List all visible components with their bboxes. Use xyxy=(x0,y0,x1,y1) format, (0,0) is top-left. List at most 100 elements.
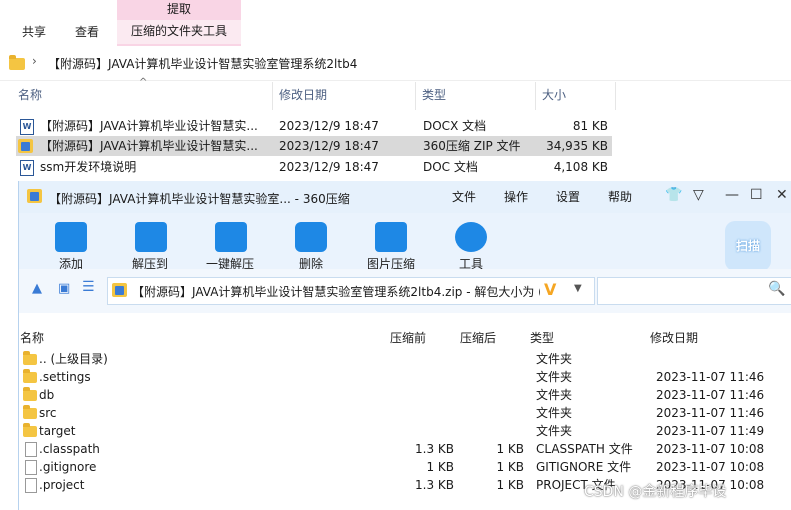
quick-extract-icon[interactable] xyxy=(215,222,247,252)
row-name: .classpath xyxy=(39,442,100,456)
row-type: CLASSPATH 文件 xyxy=(536,442,633,456)
add-icon[interactable] xyxy=(55,222,87,252)
thumbnail-view-icon[interactable]: ▣ xyxy=(58,281,70,296)
col-type[interactable]: 类型 xyxy=(422,86,446,103)
menu-action[interactable]: 操作 xyxy=(504,188,528,205)
file-date: 2023/12/9 18:47 xyxy=(279,139,379,153)
zip-archive-icon xyxy=(112,283,127,297)
list-item[interactable]: .settings 文件夹 2023-11-07 11:46 xyxy=(19,368,791,386)
word-doc-icon: W xyxy=(20,119,34,135)
row-size-after: 1 KB xyxy=(496,478,524,492)
row-type: 文件夹 xyxy=(536,352,573,366)
row-name: .. (上级目录) xyxy=(39,352,108,366)
window-title: 【附源码】JAVA计算机毕业设计智慧实验室... - 360压缩 xyxy=(49,192,350,206)
tools-icon[interactable] xyxy=(455,222,487,252)
col-divider[interactable] xyxy=(535,82,536,110)
maximize-icon[interactable]: ☐ xyxy=(750,187,763,203)
zcol-type[interactable]: 类型 xyxy=(530,329,554,346)
zip-archive-icon xyxy=(27,189,42,203)
folder-icon xyxy=(23,387,37,401)
row-date: 2023-11-07 10:08 xyxy=(656,442,765,456)
file-date: 2023/12/9 18:47 xyxy=(279,160,379,174)
file-date: 2023/12/9 18:47 xyxy=(279,119,379,133)
row-name: .project xyxy=(39,478,85,492)
file-name: 【附源码】JAVA计算机毕业设计智慧实... xyxy=(40,139,258,153)
sort-up-icon: ^ xyxy=(139,77,148,88)
col-size[interactable]: 大小 xyxy=(542,86,566,103)
list-view-icon[interactable]: ☰ xyxy=(82,279,95,295)
row-size-after: 1 KB xyxy=(496,442,524,456)
row-size-before: 1 KB xyxy=(426,460,454,474)
tab-view[interactable]: 查看 xyxy=(75,24,99,40)
delete-icon[interactable] xyxy=(295,222,327,252)
file-icon xyxy=(25,460,37,475)
tab-share[interactable]: 共享 xyxy=(22,24,46,40)
file-type: 360压缩 ZIP 文件 xyxy=(423,139,521,153)
close-icon[interactable]: ✕ xyxy=(776,187,788,203)
file-row[interactable]: W ssm开发环境说明 2023/12/9 18:47 DOC 文档 4,108… xyxy=(16,157,612,177)
row-type: GITIGNORE 文件 xyxy=(536,460,632,474)
row-type: 文件夹 xyxy=(536,424,573,438)
watermark: CSDN @金新程序毕设 xyxy=(584,484,727,500)
row-size-after: 1 KB xyxy=(496,460,524,474)
col-divider[interactable] xyxy=(615,82,616,110)
row-date: 2023-11-07 11:49 xyxy=(656,424,765,438)
menu-settings[interactable]: 设置 xyxy=(556,188,580,205)
file-type: DOCX 文档 xyxy=(423,119,487,133)
zcol-date[interactable]: 修改日期 xyxy=(650,329,698,346)
list-item[interactable]: .classpath 1.3 KB 1 KB CLASSPATH 文件 2023-11-… xyxy=(19,440,791,458)
zcol-before[interactable]: 压缩前 xyxy=(390,329,426,346)
context-tab-extract[interactable]: 提取 xyxy=(117,0,241,20)
address-path: 【附源码】JAVA计算机毕业设计智慧实验室管理系统2ltb4 xyxy=(48,57,358,71)
chevron-right-icon: › xyxy=(32,54,37,68)
row-type: 文件夹 xyxy=(536,406,573,420)
row-name: src xyxy=(39,406,57,420)
menu-help[interactable]: 帮助 xyxy=(608,188,632,205)
col-divider[interactable] xyxy=(272,82,273,110)
row-size-before: 1.3 KB xyxy=(415,442,454,456)
ribbon: 提取 共享 查看 压缩的文件夹工具 xyxy=(0,0,791,46)
scan-button[interactable]: 扫描 xyxy=(725,221,771,271)
row-type: 文件夹 xyxy=(536,388,573,402)
col-date[interactable]: 修改日期 xyxy=(279,86,327,103)
search-icon[interactable]: 🔍 xyxy=(768,281,785,297)
search-input[interactable]: 🔍 xyxy=(597,277,791,305)
menu-file[interactable]: 文件 xyxy=(452,188,476,205)
file-row-selected[interactable]: 【附源码】JAVA计算机毕业设计智慧实... 2023/12/9 18:47 3… xyxy=(16,136,612,156)
list-item[interactable]: src 文件夹 2023-11-07 11:46 xyxy=(19,404,791,422)
list-item[interactable]: db 文件夹 2023-11-07 11:46 xyxy=(19,386,791,404)
address-bar[interactable]: › 【附源码】JAVA计算机毕业设计智慧实验室管理系统2ltb4 xyxy=(0,46,791,81)
folder-icon xyxy=(23,351,37,365)
col-name[interactable]: 名称 xyxy=(18,86,42,103)
file-size: 4,108 KB xyxy=(553,160,608,174)
word-doc-icon: W xyxy=(20,160,34,176)
zcol-after[interactable]: 压缩后 xyxy=(460,329,496,346)
col-divider[interactable] xyxy=(415,82,416,110)
image-compress-icon[interactable] xyxy=(375,222,407,252)
row-date: 2023-11-07 10:08 xyxy=(656,460,765,474)
archive-path: 【附源码】JAVA计算机毕业设计智慧实验室管理系统2ltb4.zip - 解包大… xyxy=(132,285,540,299)
file-row[interactable]: W 【附源码】JAVA计算机毕业设计智慧实... 2023/12/9 18:47… xyxy=(16,116,612,136)
row-date: 2023-11-07 11:46 xyxy=(656,370,765,384)
list-item[interactable]: .gitignore 1 KB 1 KB GITIGNORE 文件 2023-11-07… xyxy=(19,458,791,476)
extract-icon[interactable] xyxy=(135,222,167,252)
list-item[interactable]: .. (上级目录) 文件夹 xyxy=(19,350,791,368)
row-name: db xyxy=(39,388,55,402)
check-badge-icon: V xyxy=(544,280,557,299)
folder-icon xyxy=(9,55,25,70)
chevron-down-icon[interactable]: ▼ xyxy=(574,283,582,294)
row-name: .gitignore xyxy=(39,460,97,474)
file-type: DOC 文档 xyxy=(423,160,478,174)
file-icon xyxy=(25,442,37,457)
folder-icon xyxy=(23,369,37,383)
shirt-icon[interactable]: 👕 xyxy=(665,187,682,203)
tab-compressed-folder-tools[interactable]: 压缩的文件夹工具 xyxy=(117,20,241,46)
zcol-name[interactable]: 名称 xyxy=(20,329,44,346)
list-item[interactable]: target 文件夹 2023-11-07 11:49 xyxy=(19,422,791,440)
up-arrow-icon[interactable]: ▲ xyxy=(32,281,42,296)
minimize-icon[interactable]: — xyxy=(725,187,739,203)
file-name: ssm开发环境说明 xyxy=(40,160,137,174)
dropdown-icon[interactable]: ▽ xyxy=(693,187,704,203)
row-name: target xyxy=(39,424,76,438)
archive-path-field[interactable]: 【附源码】JAVA计算机毕业设计智慧实验室管理系统2ltb4.zip - 解包大… xyxy=(107,277,595,305)
